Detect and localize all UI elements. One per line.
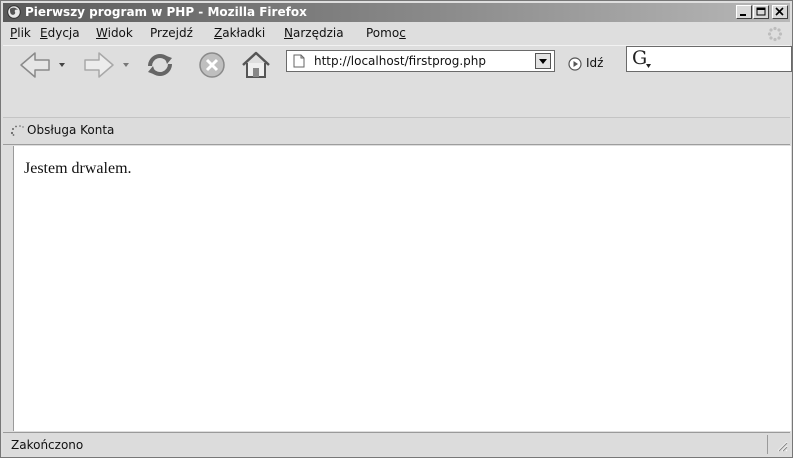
bookmarks-toolbar: Obsługa Konta [3, 117, 790, 145]
menu-plik[interactable]: Plik [10, 26, 31, 40]
chevron-down-icon [539, 59, 547, 64]
back-dropdown-icon[interactable] [59, 63, 65, 67]
menu-edycja[interactable]: Edycja [40, 26, 80, 40]
page-text: Jestem drwalem. [24, 160, 132, 177]
minimize-button[interactable] [736, 5, 752, 19]
forward-dropdown-icon[interactable] [123, 63, 129, 67]
menu-pomoc[interactable]: Pomoc [366, 26, 406, 40]
menu-zakladki[interactable]: Zakładki [214, 26, 265, 40]
search-engine-icon[interactable]: G [632, 47, 647, 69]
throbber-icon [767, 26, 783, 42]
maximize-button[interactable] [753, 5, 769, 19]
title-bar[interactable]: Pierwszy program w PHP - Mozilla Firefox [3, 3, 790, 22]
search-field[interactable]: G [626, 46, 792, 72]
status-text: Zakończono [11, 438, 84, 452]
url-text: http://localhost/firstprog.php [314, 54, 487, 68]
resize-grip-icon[interactable] [774, 438, 788, 452]
page-icon [293, 54, 305, 68]
menu-przejdz[interactable]: Przejdź [150, 26, 193, 40]
status-bar: Zakończono [3, 432, 790, 456]
menu-bar: Plik Edycja Widok Przejdź Zakładki Narzę… [3, 23, 790, 43]
go-button[interactable]: Idź [586, 56, 603, 70]
reload-icon[interactable] [143, 49, 177, 81]
forward-icon[interactable] [81, 49, 117, 81]
status-divider [767, 435, 768, 454]
bookmark-loading-icon [10, 125, 24, 136]
minimize-icon [740, 14, 746, 16]
close-button[interactable] [772, 5, 788, 19]
bookmark-item-obsluga-konta[interactable]: Obsługa Konta [27, 123, 114, 137]
maximize-icon [756, 7, 766, 16]
navigation-toolbar: http://localhost/firstprog.php Idź G [3, 45, 792, 84]
menu-narzedzia[interactable]: Narzędzia [284, 26, 344, 40]
browser-window: Pierwszy program w PHP - Mozilla Firefox… [0, 0, 793, 458]
close-icon [775, 7, 784, 16]
firefox-icon [7, 5, 21, 19]
menu-widok[interactable]: Widok [96, 26, 133, 40]
go-icon[interactable] [568, 57, 582, 71]
back-icon[interactable] [17, 49, 53, 81]
url-field[interactable]: http://localhost/firstprog.php [286, 50, 555, 72]
home-icon[interactable] [239, 49, 273, 81]
window-title: Pierwszy program w PHP - Mozilla Firefox [25, 5, 307, 19]
stop-icon[interactable] [196, 49, 228, 81]
url-dropdown-button[interactable] [535, 53, 551, 69]
page-content: Jestem drwalem. [13, 146, 791, 431]
search-engine-dropdown-icon[interactable] [646, 64, 651, 68]
